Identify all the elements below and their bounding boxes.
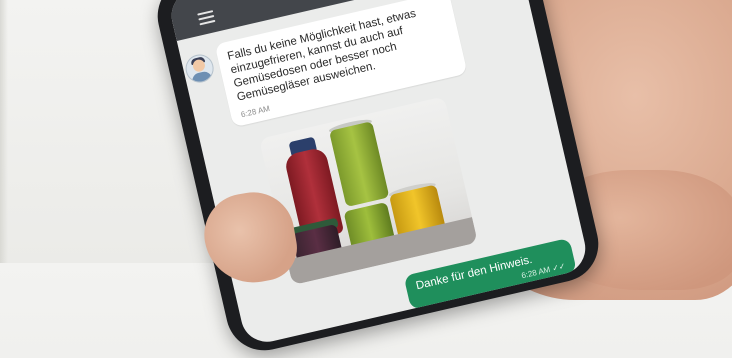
smartphone: Falls du keine Möglichkeit hast, etwas e… bbox=[150, 0, 606, 358]
green-can bbox=[328, 121, 390, 208]
hamburger-menu-icon[interactable] bbox=[197, 10, 216, 26]
bot-avatar bbox=[182, 51, 217, 86]
double-check-icon: ✓✓ bbox=[551, 261, 567, 274]
background-wall bbox=[0, 0, 8, 263]
